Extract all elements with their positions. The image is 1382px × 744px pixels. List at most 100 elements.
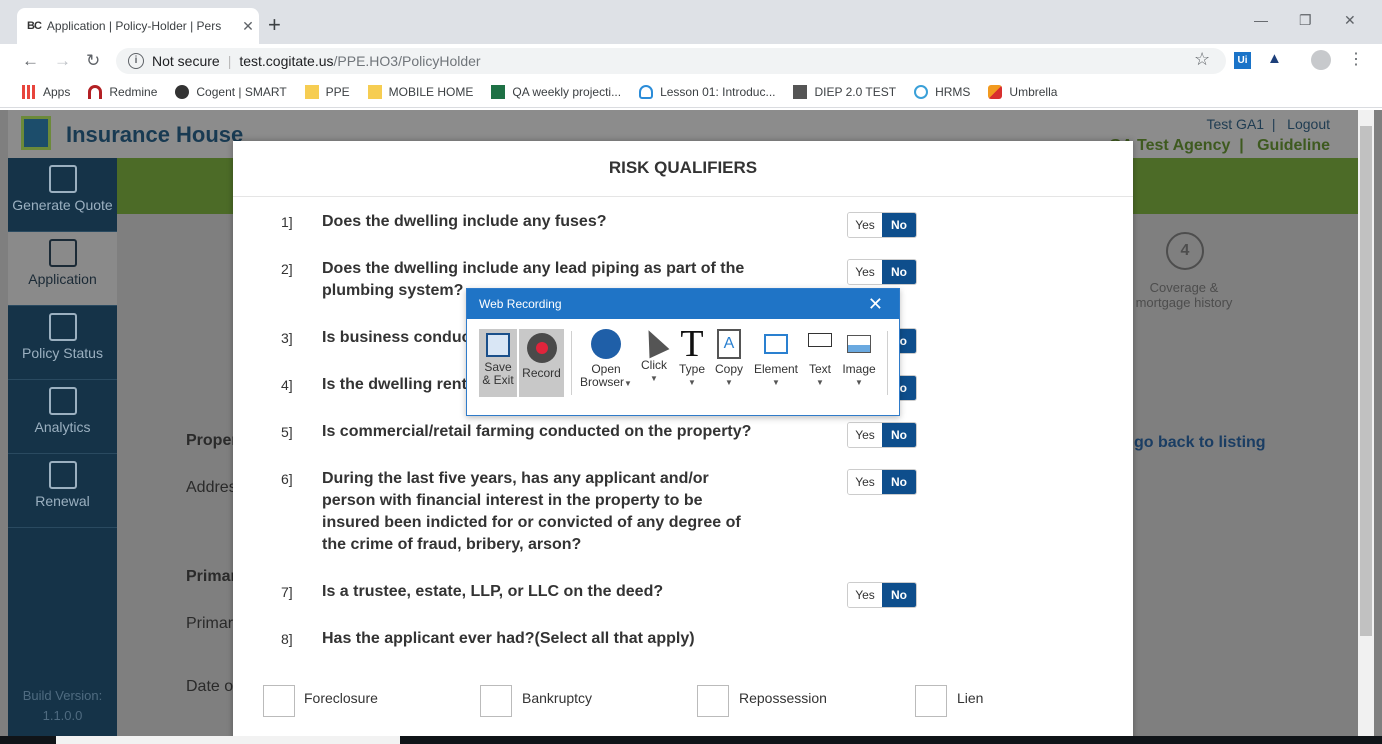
bookmark-ppe[interactable]: PPE (304, 85, 350, 99)
sidebar-item-policy-status[interactable]: Policy Status (8, 306, 117, 380)
question-text: Does the dwelling include any fuses? (322, 213, 607, 230)
yes-button[interactable]: Yes (848, 260, 882, 284)
bookmark-label: HRMS (935, 85, 971, 99)
no-button[interactable]: No (882, 470, 916, 494)
dropdown-caret-icon[interactable]: ▼ (624, 379, 632, 388)
umbrella-icon (988, 85, 1003, 99)
bankruptcy-checkbox[interactable] (480, 685, 512, 717)
bg-address-label: Addres (186, 479, 237, 496)
question-7-toggle: Yes No (847, 582, 917, 608)
address-bar[interactable]: i Not secure | test.cogitate.us /PPE.HO3… (116, 48, 1226, 74)
bookmark-cogent[interactable]: Cogent | SMART (175, 85, 287, 99)
dropdown-caret-icon[interactable]: ▼ (751, 376, 801, 389)
redmine-icon (88, 85, 103, 99)
logo-text: Insurance House (66, 122, 244, 147)
dropdown-caret-icon[interactable]: ▼ (805, 376, 835, 389)
close-icon[interactable]: ✕ (868, 289, 883, 319)
sidebar-item-generate-quote[interactable]: Generate Quote (8, 158, 117, 232)
bookmark-hrms[interactable]: HRMS (914, 85, 970, 99)
question-text: Is commercial/retail farming conducted o… (322, 423, 752, 440)
open-browser-button[interactable]: Open Browser▼ (579, 329, 633, 390)
question-text: Is a trustee, estate, LLP, or LLC on the… (322, 583, 664, 600)
question-6-toggle: Yes No (847, 469, 917, 495)
question-text: Has the applicant ever had?(Select all t… (322, 630, 695, 647)
user-name[interactable]: Test GA1 (1206, 116, 1264, 132)
guidelines-link[interactable]: Guideline (1257, 137, 1330, 154)
open-browser-line2: Browser▼ (579, 376, 633, 390)
bookmark-label: MOBILE HOME (388, 85, 474, 99)
logout-link[interactable]: Logout (1287, 116, 1330, 132)
minimize-icon[interactable]: — (1254, 12, 1268, 28)
sidebar-item-analytics[interactable]: Analytics (8, 380, 117, 454)
risk-qualifiers-modal: RISK QUALIFIERS 1] Does the dwelling inc… (233, 141, 1133, 744)
image-button[interactable]: Image ▼ (839, 329, 879, 389)
bookmark-mobile-home[interactable]: MOBILE HOME (367, 85, 474, 99)
save-exit-button[interactable]: Save & Exit (479, 329, 517, 397)
sidebar-item-label: Analytics (34, 419, 91, 435)
yes-button[interactable]: Yes (848, 470, 882, 494)
floppy-disk-icon (486, 333, 510, 357)
window-close-icon[interactable]: ✕ (1344, 12, 1356, 29)
repossession-checkbox[interactable] (697, 685, 729, 717)
taskbar-search[interactable] (56, 736, 400, 744)
no-button[interactable]: No (882, 583, 916, 607)
build-version: Build Version: 1.1.0.0 (8, 686, 117, 726)
dropdown-caret-icon[interactable]: ▼ (675, 376, 709, 389)
bookmark-umbrella[interactable]: Umbrella (988, 85, 1057, 99)
copy-button[interactable]: A Copy ▼ (713, 329, 745, 389)
bookmark-star-icon[interactable]: ☆ (1194, 49, 1210, 70)
back-icon[interactable]: ← (22, 51, 39, 71)
yes-button[interactable]: Yes (848, 583, 882, 607)
lien-checkbox[interactable] (915, 685, 947, 717)
bg-primary-label: Primar (186, 615, 234, 632)
sidebar-item-label: Generate Quote (12, 197, 113, 213)
question-1-toggle: Yes No (847, 212, 917, 238)
step-4-circle: 4 (1166, 232, 1204, 270)
forward-icon[interactable]: → (54, 51, 71, 71)
hrms-icon (914, 85, 929, 99)
record-button[interactable]: Record (519, 329, 564, 397)
yes-button[interactable]: Yes (848, 213, 882, 237)
reload-icon[interactable]: ↻ (86, 51, 100, 71)
dropdown-caret-icon[interactable]: ▼ (839, 376, 879, 389)
sidebar-item-label: Application (28, 271, 97, 287)
extension-a-icon[interactable]: ▲ (1267, 50, 1282, 67)
dropdown-caret-icon[interactable]: ▼ (713, 376, 745, 389)
sidebar-item-renewal[interactable]: Renewal (8, 454, 117, 528)
text-button[interactable]: Text ▼ (805, 329, 835, 389)
restore-icon[interactable]: ❐ (1299, 12, 1312, 29)
info-icon[interactable]: i (128, 53, 144, 69)
click-button[interactable]: Click ▼ (637, 325, 671, 385)
bookmark-qa-weekly[interactable]: QA weekly projecti... (491, 85, 621, 99)
bookmark-lesson[interactable]: Lesson 01: Introduc... (639, 85, 775, 99)
type-button[interactable]: T Type ▼ (675, 325, 709, 389)
no-button[interactable]: No (882, 213, 916, 237)
yes-button[interactable]: Yes (848, 423, 882, 447)
dropdown-caret-icon[interactable]: ▼ (637, 372, 671, 385)
element-button[interactable]: Element ▼ (751, 329, 801, 389)
no-button[interactable]: No (882, 423, 916, 447)
bookmark-redmine[interactable]: Redmine (88, 85, 157, 99)
bookmark-apps[interactable]: Apps (22, 85, 70, 99)
question-number: 3] (281, 330, 293, 346)
analytics-icon (48, 387, 77, 415)
go-back-link[interactable]: go back to listing (1134, 434, 1266, 452)
page-scroll-thumb[interactable] (1360, 126, 1372, 636)
browser-tab[interactable]: BC Application | Policy-Holder | Pers ✕ (17, 8, 259, 44)
question-number: 5] (281, 424, 293, 440)
element-label: Element (753, 362, 799, 376)
browser-menu-icon[interactable]: ⋮ (1348, 49, 1364, 69)
sidebar: Generate Quote Application Policy Status… (8, 158, 117, 736)
sidebar-item-application[interactable]: Application (8, 232, 117, 306)
excel-icon (491, 85, 506, 99)
bookmark-diep[interactable]: DIEP 2.0 TEST (793, 85, 896, 99)
profile-avatar-icon[interactable] (1311, 50, 1331, 70)
bc-icon (793, 85, 808, 99)
bg-primary-heading: Primar (186, 568, 237, 585)
new-tab-icon[interactable]: + (268, 12, 281, 38)
no-button[interactable]: No (882, 260, 916, 284)
uipath-extension-icon[interactable]: Ui (1234, 52, 1251, 69)
tab-close-icon[interactable]: ✕ (237, 18, 259, 35)
document-icon (48, 165, 77, 193)
foreclosure-checkbox[interactable] (263, 685, 295, 717)
